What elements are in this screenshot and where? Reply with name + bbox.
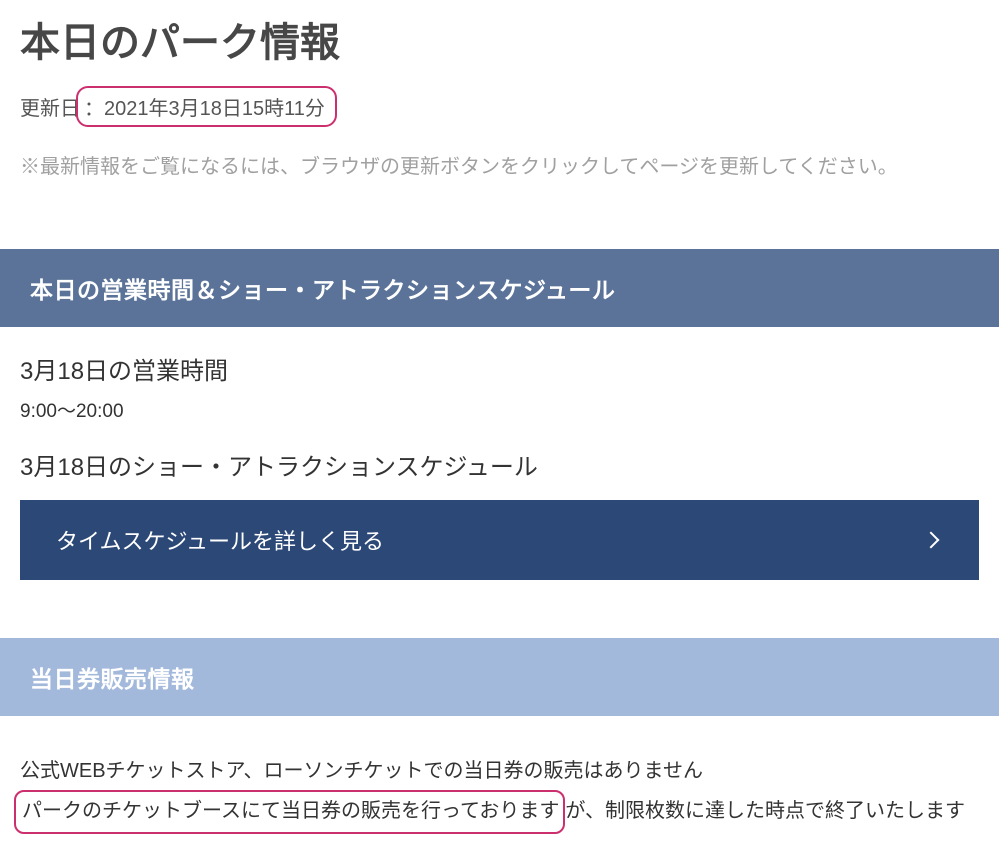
refresh-note: ※最新情報をご覧になるには、ブラウザの更新ボタンをクリックしてページを更新してく… (0, 133, 999, 183)
ticket-line-2-suffix: が、制限枚数に達した時点で終了いたします (565, 800, 965, 822)
schedule-title: 3月18日のショー・アトラクションスケジュール (0, 435, 999, 500)
schedule-cta-label: タイムスケジュールを詳しく見る (56, 524, 384, 556)
updated-at-label: 更新日 (20, 92, 80, 121)
operating-hours-value: 9:00～20:00 (0, 394, 999, 435)
operating-hours-title: 3月18日の営業時間 (0, 327, 999, 394)
ticket-line-2: パークのチケットブースにて当日券の販売を行っておりますが、制限枚数に達した時点で… (20, 790, 979, 834)
page-title: 本日のパーク情報 (0, 0, 999, 86)
section-header-ticket: 当日券販売情報 (0, 638, 999, 716)
section-header-operating: 本日の営業時間＆ショー・アトラクションスケジュール (0, 249, 999, 327)
chevron-right-icon (923, 532, 940, 549)
updated-at-highlight: ：2021年3月18日15時11分 (76, 86, 337, 127)
ticket-info: 公式WEBチケットストア、ローソンチケットでの当日券の販売はありません パークの… (0, 716, 999, 834)
ticket-booth-highlight: パークのチケットブースにて当日券の販売を行っております (14, 790, 565, 834)
schedule-cta-button[interactable]: タイムスケジュールを詳しく見る (20, 500, 979, 580)
ticket-line-1: 公式WEBチケットストア、ローソンチケットでの当日券の販売はありません (20, 752, 979, 790)
updated-at-row: 更新日 ：2021年3月18日15時11分 (0, 86, 999, 133)
updated-at-colon: ： (84, 98, 104, 120)
updated-at-value: 2021年3月18日15時11分 (104, 98, 325, 120)
